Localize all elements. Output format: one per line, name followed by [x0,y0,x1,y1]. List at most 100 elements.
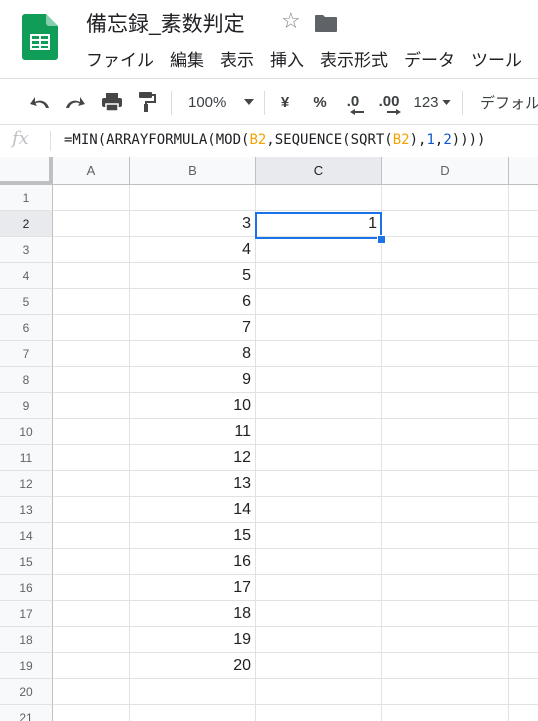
font-select[interactable]: デフォルト [472,79,538,125]
fx-icon: fx [12,128,29,149]
row-header[interactable]: 19 [0,653,53,679]
folder-icon[interactable] [314,13,338,33]
cell-c[interactable] [256,679,381,705]
cell-b[interactable] [130,705,255,721]
cell-b[interactable] [130,679,255,705]
redo-button[interactable] [61,79,89,125]
cell-b[interactable]: 10 [130,393,255,419]
cell-b[interactable]: 16 [130,549,255,575]
more-formats-label: 123 [413,93,439,111]
menu-tools[interactable]: ツール [463,44,530,72]
more-formats-button[interactable]: 123 [410,79,454,125]
cell-c[interactable] [256,497,381,523]
row-header[interactable]: 7 [0,341,53,367]
cell-c[interactable] [256,575,381,601]
cell-b[interactable]: 4 [130,237,255,263]
cell-c[interactable] [256,237,381,263]
menu-bar: ファイル 編集 表示 挿入 表示形式 データ ツール [78,44,530,72]
row-header[interactable]: 8 [0,367,53,393]
menu-edit[interactable]: 編集 [162,44,212,72]
cell-b[interactable]: 11 [130,419,255,445]
row-header[interactable]: 17 [0,601,53,627]
document-title[interactable]: 備忘録_素数判定 [86,8,245,38]
cell-c[interactable] [256,653,381,679]
cell-c[interactable] [256,601,381,627]
menu-format[interactable]: 表示形式 [312,44,396,72]
row-header[interactable]: 4 [0,263,53,289]
cell-c[interactable] [256,367,381,393]
percent-button[interactable]: % [309,79,331,125]
formula-text: ), [409,132,427,148]
cell-b[interactable]: 9 [130,367,255,393]
row-header[interactable]: 10 [0,419,53,445]
cell-b[interactable]: 8 [130,341,255,367]
cell-b[interactable]: 7 [130,315,255,341]
zoom-select[interactable]: 100% [180,79,258,125]
cell-b[interactable]: 13 [130,471,255,497]
chevron-down-icon [244,99,255,105]
row-header[interactable]: 1 [0,185,53,211]
cell-c[interactable] [256,289,381,315]
column-header-e[interactable] [509,157,538,185]
row-header[interactable]: 18 [0,627,53,653]
row-header[interactable]: 16 [0,575,53,601]
cell-b[interactable]: 15 [130,523,255,549]
spreadsheet-grid[interactable]: A B C D 1 2 3 1 3 4 4 5 5 6 6 7 7 8 8 9 9 10 10 11 11 12 12 13 1… [0,157,538,721]
cell-c[interactable] [256,263,381,289]
cell-b[interactable]: 18 [130,601,255,627]
cell-c[interactable]: 1 [256,211,381,237]
row-header[interactable]: 6 [0,315,53,341]
cell-b[interactable]: 19 [130,627,255,653]
cell-b[interactable]: 6 [130,289,255,315]
cell-b[interactable]: 17 [130,575,255,601]
fill-handle[interactable] [377,235,386,244]
undo-button[interactable] [26,79,54,125]
paint-format-button[interactable] [134,79,160,125]
cell-c[interactable] [256,185,381,211]
row-header[interactable]: 11 [0,445,53,471]
menu-file[interactable]: ファイル [78,44,162,72]
menu-data[interactable]: データ [396,44,463,72]
row-header[interactable]: 2 [0,211,53,237]
cell-c[interactable] [256,419,381,445]
row-header[interactable]: 15 [0,549,53,575]
decrease-decimal-button[interactable]: .0 [340,79,366,125]
cell-c[interactable] [256,549,381,575]
cell-c[interactable] [256,445,381,471]
formula-text: =MIN(ARRAYFORMULA(MOD( [64,132,250,148]
increase-decimal-button[interactable]: .00 [373,79,405,125]
cell-b[interactable]: 3 [130,211,255,237]
cell-c[interactable] [256,315,381,341]
sheets-logo-icon[interactable] [22,14,58,60]
row-header[interactable]: 13 [0,497,53,523]
cell-c[interactable] [256,471,381,497]
column-header-b[interactable]: B [130,157,256,185]
row-header[interactable]: 12 [0,471,53,497]
currency-button[interactable]: ¥ [274,79,296,125]
menu-insert[interactable]: 挿入 [262,44,312,72]
row-header[interactable]: 14 [0,523,53,549]
column-header-c[interactable]: C [256,157,382,185]
formula-input[interactable]: =MIN(ARRAYFORMULA(MOD(B2,SEQUENCE(SQRT(B… [64,132,485,148]
row-header[interactable]: 20 [0,679,53,705]
star-icon[interactable]: ☆ [281,8,301,34]
cell-c[interactable] [256,523,381,549]
cell-c[interactable] [256,627,381,653]
row-header[interactable]: 3 [0,237,53,263]
row-header[interactable]: 21 [0,705,53,721]
print-button[interactable] [98,79,126,125]
cell-c[interactable] [256,705,381,721]
cell-c[interactable] [256,393,381,419]
cell-b[interactable]: 12 [130,445,255,471]
cell-b[interactable]: 14 [130,497,255,523]
row-header[interactable]: 9 [0,393,53,419]
increase-decimal-label: .00 [378,93,400,110]
column-header-d[interactable]: D [382,157,509,185]
menu-view[interactable]: 表示 [212,44,262,72]
cell-b[interactable] [130,185,255,211]
cell-c[interactable] [256,341,381,367]
cell-b[interactable]: 5 [130,263,255,289]
row-header[interactable]: 5 [0,289,53,315]
column-header-a[interactable]: A [53,157,130,185]
cell-b[interactable]: 20 [130,653,255,679]
